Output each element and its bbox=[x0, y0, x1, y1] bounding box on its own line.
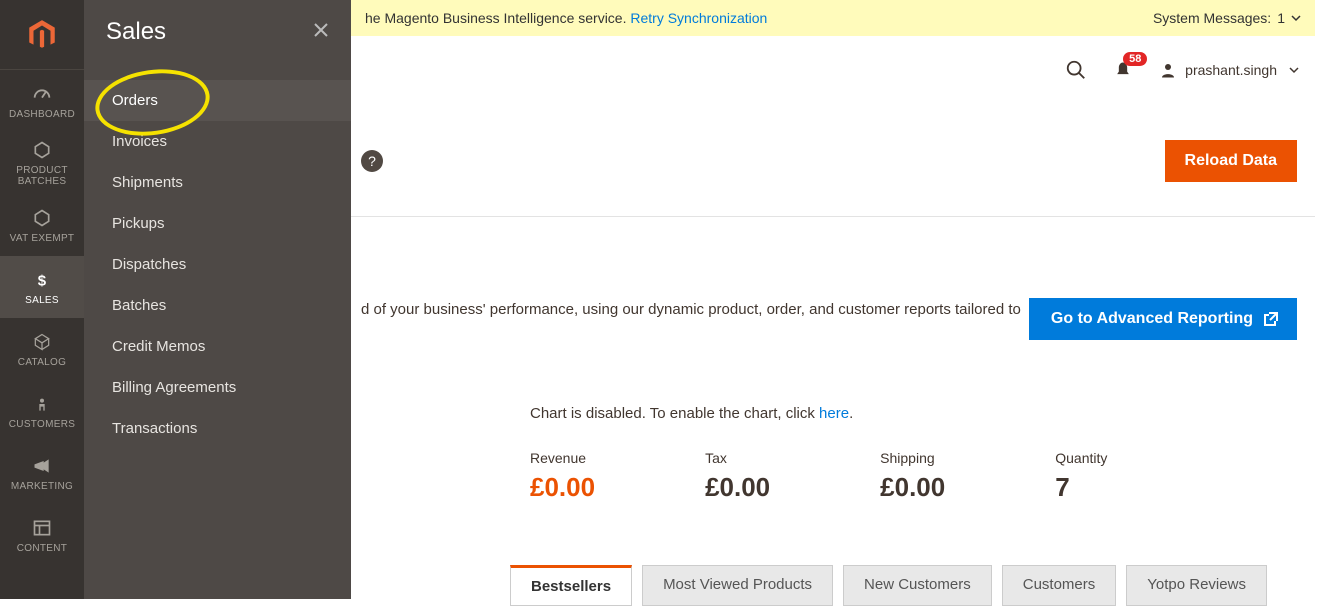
tab-yotpo-reviews[interactable]: Yotpo Reviews bbox=[1126, 565, 1267, 606]
metric-quantity: Quantity 7 bbox=[1055, 450, 1107, 503]
rail-item-customers[interactable]: CUSTOMERS bbox=[0, 380, 84, 442]
metric-shipping: Shipping £0.00 bbox=[880, 450, 945, 503]
layout-icon bbox=[31, 517, 53, 539]
reporting-promo: d of your business' performance, using o… bbox=[351, 298, 1315, 340]
tab-most-viewed-products[interactable]: Most Viewed Products bbox=[642, 565, 833, 606]
sysbar-count: 1 bbox=[1277, 10, 1285, 26]
magento-logo[interactable] bbox=[0, 0, 84, 70]
rail-item-label: PRODUCT BATCHES bbox=[0, 165, 84, 187]
metric-tax: Tax £0.00 bbox=[705, 450, 770, 503]
advanced-reporting-button[interactable]: Go to Advanced Reporting bbox=[1029, 298, 1297, 340]
flyout-item-invoices[interactable]: Invoices bbox=[84, 121, 351, 162]
dollar-icon: $ bbox=[31, 269, 53, 291]
search-icon[interactable] bbox=[1065, 59, 1087, 81]
flyout-menu: OrdersInvoicesShipmentsPickupsDispatches… bbox=[84, 80, 351, 449]
metric-label: Revenue bbox=[530, 450, 595, 466]
admin-header: 58 prashant.singh bbox=[351, 36, 1315, 104]
metric-label: Shipping bbox=[880, 450, 945, 466]
rail-item-label: MARKETING bbox=[11, 481, 73, 492]
help-icon[interactable]: ? bbox=[361, 150, 383, 172]
metric-value: £0.00 bbox=[530, 472, 595, 503]
tab-new-customers[interactable]: New Customers bbox=[843, 565, 992, 606]
rail-item-content[interactable]: CONTENT bbox=[0, 504, 84, 566]
chartmsg-pre: Chart is disabled. To enable the chart, … bbox=[530, 405, 819, 422]
hex-icon bbox=[31, 139, 53, 161]
flyout-item-dispatches[interactable]: Dispatches bbox=[84, 244, 351, 285]
rail-item-sales[interactable]: $ SALES bbox=[0, 256, 84, 318]
rail-item-product-batches[interactable]: PRODUCT BATCHES bbox=[0, 132, 84, 194]
megaphone-icon bbox=[31, 455, 53, 477]
rail-item-catalog[interactable]: CATALOG bbox=[0, 318, 84, 380]
notif-count-badge: 58 bbox=[1123, 52, 1147, 66]
magento-logo-icon bbox=[25, 18, 59, 52]
metric-label: Tax bbox=[705, 450, 770, 466]
dashboard-tabs: BestsellersMost Viewed ProductsNew Custo… bbox=[510, 565, 1267, 606]
metric-revenue: Revenue £0.00 bbox=[530, 450, 595, 503]
chart-disabled-msg: Chart is disabled. To enable the chart, … bbox=[530, 405, 1225, 422]
rail-item-label: DASHBOARD bbox=[9, 109, 75, 120]
rail-item-marketing[interactable]: MARKETING bbox=[0, 442, 84, 504]
account-menu[interactable]: prashant.singh bbox=[1159, 61, 1299, 79]
system-messages-bar: he Magento Business Intelligence service… bbox=[351, 0, 1315, 36]
close-icon[interactable] bbox=[313, 21, 329, 44]
sysbar-right-label: System Messages: bbox=[1153, 10, 1271, 26]
metric-label: Quantity bbox=[1055, 450, 1107, 466]
cube-icon bbox=[31, 331, 53, 353]
flyout-item-batches[interactable]: Batches bbox=[84, 285, 351, 326]
sysbar-right[interactable]: System Messages: 1 bbox=[1153, 10, 1301, 26]
flyout-item-credit-memos[interactable]: Credit Memos bbox=[84, 326, 351, 367]
sysbar-text: he Magento Business Intelligence service… bbox=[365, 10, 630, 26]
flyout-title: Sales bbox=[106, 18, 166, 46]
rail-item-label: CUSTOMERS bbox=[9, 419, 75, 430]
reload-data-button[interactable]: Reload Data bbox=[1165, 140, 1297, 182]
adv-reporting-label: Go to Advanced Reporting bbox=[1051, 310, 1253, 328]
dashboard-stats: Chart is disabled. To enable the chart, … bbox=[530, 405, 1225, 503]
rail-item-vat-exempt[interactable]: VAT EXEMPT bbox=[0, 194, 84, 256]
hex-icon bbox=[31, 207, 53, 229]
person-icon bbox=[31, 393, 53, 415]
rail-item-label: CONTENT bbox=[17, 543, 67, 554]
metric-value: £0.00 bbox=[880, 472, 945, 503]
person-icon bbox=[1159, 61, 1177, 79]
flyout-item-transactions[interactable]: Transactions bbox=[84, 408, 351, 449]
caret-down-icon bbox=[1289, 62, 1299, 78]
rail-item-label: VAT EXEMPT bbox=[10, 233, 75, 244]
metric-value: 7 bbox=[1055, 472, 1107, 503]
chartmsg-post: . bbox=[849, 405, 853, 422]
caret-down-icon bbox=[1291, 10, 1301, 26]
flyout-item-shipments[interactable]: Shipments bbox=[84, 162, 351, 203]
enable-chart-link[interactable]: here bbox=[819, 405, 849, 422]
rail-item-label: SALES bbox=[25, 295, 59, 306]
metric-value: £0.00 bbox=[705, 472, 770, 503]
username: prashant.singh bbox=[1185, 62, 1277, 78]
promo-text: d of your business' performance, using o… bbox=[361, 298, 1021, 322]
tab-customers[interactable]: Customers bbox=[1002, 565, 1117, 606]
admin-rail: DASHBOARD PRODUCT BATCHES VAT EXEMPT $ SALES… bbox=[0, 0, 84, 599]
flyout-item-pickups[interactable]: Pickups bbox=[84, 203, 351, 244]
tab-bestsellers[interactable]: Bestsellers bbox=[510, 565, 632, 606]
retry-sync-link[interactable]: Retry Synchronization bbox=[630, 10, 767, 26]
sales-flyout: Sales OrdersInvoicesShipmentsPickupsDisp… bbox=[84, 0, 351, 599]
page-titlebar: ? Reload Data bbox=[351, 140, 1315, 217]
svg-text:$: $ bbox=[38, 272, 47, 289]
flyout-item-orders[interactable]: Orders bbox=[84, 80, 351, 121]
tachometer-icon bbox=[31, 83, 53, 105]
notifications-bell[interactable]: 58 bbox=[1113, 60, 1133, 80]
external-link-icon bbox=[1263, 311, 1279, 327]
rail-item-label: CATALOG bbox=[18, 357, 66, 368]
rail-item-dashboard[interactable]: DASHBOARD bbox=[0, 70, 84, 132]
flyout-item-billing-agreements[interactable]: Billing Agreements bbox=[84, 367, 351, 408]
